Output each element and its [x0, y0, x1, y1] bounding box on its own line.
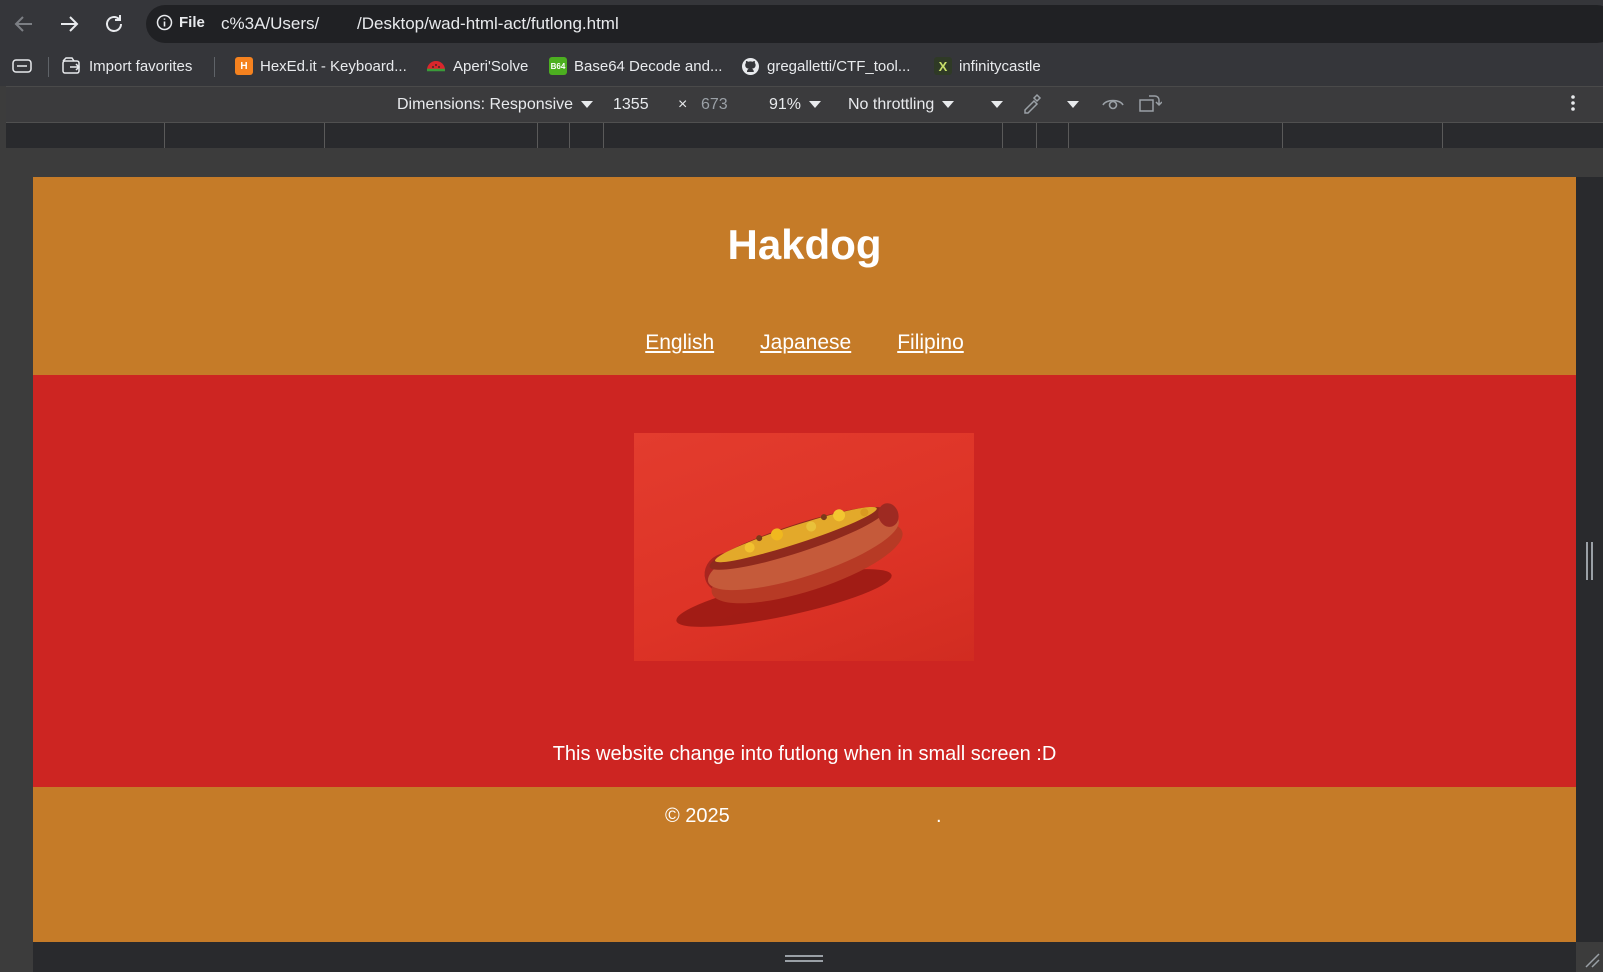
- b64-favicon: B64: [549, 57, 567, 75]
- bookmark-base64[interactable]: B64 Base64 Decode and...: [549, 55, 722, 77]
- rotate-icon: [1139, 95, 1163, 112]
- times-symbol: ×: [678, 96, 688, 113]
- bookmarks-bar: Import favorites H HexEd.it - Keyboard..…: [0, 47, 1603, 86]
- media-query-marker[interactable]: [164, 123, 165, 149]
- page-title: Hakdog: [727, 221, 882, 268]
- bookmark-label: Base64 Decode and...: [574, 57, 723, 75]
- bookmark-label: gregalletti/CTF_tool...: [767, 57, 911, 75]
- media-query-marker[interactable]: [1282, 123, 1283, 149]
- save-data-dropdown[interactable]: [991, 96, 1003, 114]
- bookmark-label: HexEd.it - Keyboard...: [260, 57, 407, 75]
- import-icon: [62, 57, 81, 74]
- throttling-label: No throttling: [848, 96, 935, 113]
- media-query-marker[interactable]: [569, 123, 570, 149]
- language-nav: English Japanese Filipino: [33, 331, 1576, 355]
- device-toolbar: Dimensions: Responsive 1355 × 673 91% No…: [6, 86, 1603, 123]
- x-favicon: X: [934, 57, 952, 75]
- bookmark-github[interactable]: gregalletti/CTF_tool...: [741, 55, 910, 77]
- media-query-bar[interactable]: [6, 122, 1603, 150]
- chevron-down-icon: [1067, 101, 1079, 109]
- eye-icon: [1102, 99, 1124, 110]
- bookmark-separator: [48, 57, 49, 77]
- bookmark-label: infinitycastle: [959, 57, 1041, 75]
- reload-button[interactable]: [100, 10, 128, 38]
- site-footer: © 2025 .: [33, 787, 1576, 942]
- github-icon: [742, 57, 759, 75]
- media-query-marker[interactable]: [537, 123, 538, 149]
- browser-toolbar: File c%3A/Users/ /Desktop/wad-html-act/f…: [0, 0, 1603, 47]
- hotdog-illustration: [676, 503, 903, 627]
- bookmark-separator: [214, 57, 215, 77]
- info-icon: [156, 14, 173, 31]
- eyedropper-button[interactable]: [1021, 92, 1043, 119]
- throttling-dropdown[interactable]: No throttling: [848, 96, 955, 114]
- arrow-right-icon: [61, 16, 79, 32]
- zoom-label: 91%: [769, 96, 802, 113]
- back-button[interactable]: [10, 10, 38, 38]
- kebab-menu-icon: [1571, 95, 1575, 111]
- footer-period: .: [936, 805, 942, 827]
- tagline-text: This website change into futlong when in…: [552, 743, 1057, 765]
- site-header: Hakdog English Japanese Filipino: [33, 177, 1576, 375]
- width-input[interactable]: 1355: [613, 96, 649, 114]
- url-text[interactable]: c%3A/Users/ /Desktop/wad-html-act/futlon…: [221, 14, 619, 34]
- emulated-page: Hakdog English Japanese Filipino This we…: [33, 177, 1576, 942]
- dimensions-dropdown[interactable]: Dimensions: Responsive: [397, 96, 594, 114]
- site-main: This website change into futlong when in…: [33, 375, 1576, 787]
- vertical-grip-icon[interactable]: [1585, 542, 1594, 580]
- media-query-marker[interactable]: [324, 123, 325, 149]
- nav-link-filipino[interactable]: Filipino: [897, 331, 964, 355]
- horizontal-grip-icon[interactable]: [785, 954, 823, 963]
- site-info-label: File: [179, 14, 205, 31]
- chevron-down-icon: [991, 101, 1003, 109]
- media-query-marker[interactable]: [1036, 123, 1037, 149]
- eyedropper-dropdown[interactable]: [1067, 96, 1079, 114]
- rotate-button[interactable]: [1138, 93, 1163, 118]
- chevron-down-icon: [809, 101, 822, 109]
- media-query-marker[interactable]: [1068, 123, 1069, 149]
- media-query-marker[interactable]: [1002, 123, 1003, 149]
- bookmark-label: Aperi'Solve: [453, 57, 529, 75]
- media-query-marker[interactable]: [1442, 123, 1443, 149]
- bookmark-aperisolve[interactable]: Aperi'Solve: [426, 55, 528, 77]
- reload-icon: [106, 15, 122, 32]
- bookmark-hexedit[interactable]: H HexEd.it - Keyboard...: [235, 55, 407, 77]
- watermelon-favicon: [427, 61, 445, 72]
- dimensions-label: Dimensions: Responsive: [397, 96, 574, 113]
- nav-link-english[interactable]: English: [645, 331, 714, 355]
- bookmark-label: Import favorites: [89, 57, 193, 75]
- tab-strip-icon: [12, 59, 32, 73]
- more-options-button[interactable]: [1570, 93, 1576, 118]
- hexed-favicon: H: [235, 57, 253, 75]
- height-input[interactable]: 673: [701, 96, 728, 114]
- chevron-down-icon: [581, 101, 594, 109]
- bookmark-import-favorites[interactable]: Import favorites: [62, 55, 192, 77]
- nav-link-japanese[interactable]: Japanese: [760, 331, 851, 355]
- media-query-marker[interactable]: [603, 123, 604, 149]
- forward-button[interactable]: [55, 10, 83, 38]
- copyright-text: © 2025: [665, 805, 730, 827]
- site-info-button[interactable]: File: [156, 14, 205, 31]
- zoom-dropdown[interactable]: 91%: [769, 96, 822, 114]
- corner-resize-icon[interactable]: [1584, 952, 1600, 968]
- bookmark-infinitycastle[interactable]: X infinitycastle: [934, 55, 1041, 77]
- chevron-down-icon: [942, 101, 955, 109]
- address-bar[interactable]: File c%3A/Users/ /Desktop/wad-html-act/f…: [146, 5, 1603, 43]
- arrow-left-icon: [14, 16, 32, 32]
- vision-button[interactable]: [1101, 93, 1125, 118]
- eyedropper-icon: [1024, 93, 1042, 114]
- hotdog-image: [634, 433, 974, 661]
- tab-search-button[interactable]: [12, 55, 32, 77]
